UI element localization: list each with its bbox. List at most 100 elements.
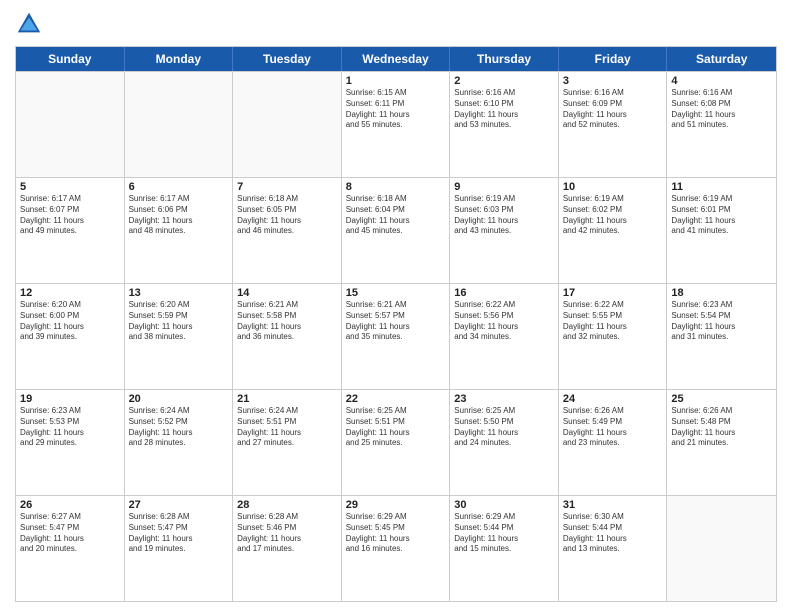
- calendar-day-21: 21Sunrise: 6:24 AM Sunset: 5:51 PM Dayli…: [233, 390, 342, 495]
- day-info: Sunrise: 6:19 AM Sunset: 6:01 PM Dayligh…: [671, 194, 772, 237]
- day-number: 10: [563, 181, 663, 193]
- day-number: 27: [129, 499, 229, 511]
- day-number: 24: [563, 393, 663, 405]
- calendar: SundayMondayTuesdayWednesdayThursdayFrid…: [15, 46, 777, 602]
- day-number: 6: [129, 181, 229, 193]
- day-number: 26: [20, 499, 120, 511]
- header-day-friday: Friday: [559, 47, 668, 71]
- day-number: 22: [346, 393, 446, 405]
- day-number: 3: [563, 75, 663, 87]
- day-info: Sunrise: 6:27 AM Sunset: 5:47 PM Dayligh…: [20, 512, 120, 555]
- day-number: 18: [671, 287, 772, 299]
- calendar-day-8: 8Sunrise: 6:18 AM Sunset: 6:04 PM Daylig…: [342, 178, 451, 283]
- day-info: Sunrise: 6:28 AM Sunset: 5:46 PM Dayligh…: [237, 512, 337, 555]
- calendar-day-26: 26Sunrise: 6:27 AM Sunset: 5:47 PM Dayli…: [16, 496, 125, 601]
- calendar-empty-cell: [125, 72, 234, 177]
- day-info: Sunrise: 6:17 AM Sunset: 6:07 PM Dayligh…: [20, 194, 120, 237]
- calendar-day-16: 16Sunrise: 6:22 AM Sunset: 5:56 PM Dayli…: [450, 284, 559, 389]
- day-number: 5: [20, 181, 120, 193]
- day-info: Sunrise: 6:17 AM Sunset: 6:06 PM Dayligh…: [129, 194, 229, 237]
- day-number: 7: [237, 181, 337, 193]
- calendar-day-11: 11Sunrise: 6:19 AM Sunset: 6:01 PM Dayli…: [667, 178, 776, 283]
- header-day-wednesday: Wednesday: [342, 47, 451, 71]
- calendar-day-24: 24Sunrise: 6:26 AM Sunset: 5:49 PM Dayli…: [559, 390, 668, 495]
- calendar-day-25: 25Sunrise: 6:26 AM Sunset: 5:48 PM Dayli…: [667, 390, 776, 495]
- calendar-day-6: 6Sunrise: 6:17 AM Sunset: 6:06 PM Daylig…: [125, 178, 234, 283]
- calendar-day-20: 20Sunrise: 6:24 AM Sunset: 5:52 PM Dayli…: [125, 390, 234, 495]
- day-number: 13: [129, 287, 229, 299]
- page: SundayMondayTuesdayWednesdayThursdayFrid…: [0, 0, 792, 612]
- day-info: Sunrise: 6:20 AM Sunset: 6:00 PM Dayligh…: [20, 300, 120, 343]
- day-info: Sunrise: 6:28 AM Sunset: 5:47 PM Dayligh…: [129, 512, 229, 555]
- day-info: Sunrise: 6:25 AM Sunset: 5:50 PM Dayligh…: [454, 406, 554, 449]
- day-info: Sunrise: 6:23 AM Sunset: 5:54 PM Dayligh…: [671, 300, 772, 343]
- header-day-tuesday: Tuesday: [233, 47, 342, 71]
- logo-icon: [15, 10, 43, 38]
- header-day-sunday: Sunday: [16, 47, 125, 71]
- day-number: 14: [237, 287, 337, 299]
- calendar-day-9: 9Sunrise: 6:19 AM Sunset: 6:03 PM Daylig…: [450, 178, 559, 283]
- header-day-thursday: Thursday: [450, 47, 559, 71]
- day-info: Sunrise: 6:21 AM Sunset: 5:58 PM Dayligh…: [237, 300, 337, 343]
- day-info: Sunrise: 6:19 AM Sunset: 6:03 PM Dayligh…: [454, 194, 554, 237]
- calendar-header: SundayMondayTuesdayWednesdayThursdayFrid…: [16, 47, 776, 71]
- calendar-day-18: 18Sunrise: 6:23 AM Sunset: 5:54 PM Dayli…: [667, 284, 776, 389]
- day-info: Sunrise: 6:24 AM Sunset: 5:52 PM Dayligh…: [129, 406, 229, 449]
- calendar-empty-cell: [233, 72, 342, 177]
- calendar-day-22: 22Sunrise: 6:25 AM Sunset: 5:51 PM Dayli…: [342, 390, 451, 495]
- day-number: 29: [346, 499, 446, 511]
- day-number: 17: [563, 287, 663, 299]
- calendar-day-1: 1Sunrise: 6:15 AM Sunset: 6:11 PM Daylig…: [342, 72, 451, 177]
- day-number: 21: [237, 393, 337, 405]
- day-info: Sunrise: 6:18 AM Sunset: 6:04 PM Dayligh…: [346, 194, 446, 237]
- day-number: 31: [563, 499, 663, 511]
- day-info: Sunrise: 6:16 AM Sunset: 6:08 PM Dayligh…: [671, 88, 772, 131]
- day-info: Sunrise: 6:29 AM Sunset: 5:45 PM Dayligh…: [346, 512, 446, 555]
- calendar-day-29: 29Sunrise: 6:29 AM Sunset: 5:45 PM Dayli…: [342, 496, 451, 601]
- calendar-week-0: 1Sunrise: 6:15 AM Sunset: 6:11 PM Daylig…: [16, 71, 776, 177]
- day-number: 2: [454, 75, 554, 87]
- day-info: Sunrise: 6:20 AM Sunset: 5:59 PM Dayligh…: [129, 300, 229, 343]
- header-day-saturday: Saturday: [667, 47, 776, 71]
- header: [15, 10, 777, 38]
- day-number: 11: [671, 181, 772, 193]
- day-info: Sunrise: 6:18 AM Sunset: 6:05 PM Dayligh…: [237, 194, 337, 237]
- calendar-day-31: 31Sunrise: 6:30 AM Sunset: 5:44 PM Dayli…: [559, 496, 668, 601]
- calendar-day-4: 4Sunrise: 6:16 AM Sunset: 6:08 PM Daylig…: [667, 72, 776, 177]
- calendar-week-4: 26Sunrise: 6:27 AM Sunset: 5:47 PM Dayli…: [16, 495, 776, 601]
- day-info: Sunrise: 6:15 AM Sunset: 6:11 PM Dayligh…: [346, 88, 446, 131]
- calendar-day-19: 19Sunrise: 6:23 AM Sunset: 5:53 PM Dayli…: [16, 390, 125, 495]
- day-info: Sunrise: 6:23 AM Sunset: 5:53 PM Dayligh…: [20, 406, 120, 449]
- day-number: 28: [237, 499, 337, 511]
- day-number: 19: [20, 393, 120, 405]
- day-info: Sunrise: 6:26 AM Sunset: 5:49 PM Dayligh…: [563, 406, 663, 449]
- header-day-monday: Monday: [125, 47, 234, 71]
- calendar-day-15: 15Sunrise: 6:21 AM Sunset: 5:57 PM Dayli…: [342, 284, 451, 389]
- day-info: Sunrise: 6:21 AM Sunset: 5:57 PM Dayligh…: [346, 300, 446, 343]
- day-info: Sunrise: 6:26 AM Sunset: 5:48 PM Dayligh…: [671, 406, 772, 449]
- day-info: Sunrise: 6:16 AM Sunset: 6:10 PM Dayligh…: [454, 88, 554, 131]
- day-number: 1: [346, 75, 446, 87]
- day-info: Sunrise: 6:25 AM Sunset: 5:51 PM Dayligh…: [346, 406, 446, 449]
- day-number: 12: [20, 287, 120, 299]
- calendar-body: 1Sunrise: 6:15 AM Sunset: 6:11 PM Daylig…: [16, 71, 776, 601]
- calendar-day-10: 10Sunrise: 6:19 AM Sunset: 6:02 PM Dayli…: [559, 178, 668, 283]
- day-number: 9: [454, 181, 554, 193]
- calendar-day-28: 28Sunrise: 6:28 AM Sunset: 5:46 PM Dayli…: [233, 496, 342, 601]
- day-info: Sunrise: 6:22 AM Sunset: 5:56 PM Dayligh…: [454, 300, 554, 343]
- day-info: Sunrise: 6:22 AM Sunset: 5:55 PM Dayligh…: [563, 300, 663, 343]
- day-info: Sunrise: 6:30 AM Sunset: 5:44 PM Dayligh…: [563, 512, 663, 555]
- calendar-day-5: 5Sunrise: 6:17 AM Sunset: 6:07 PM Daylig…: [16, 178, 125, 283]
- day-number: 4: [671, 75, 772, 87]
- calendar-day-17: 17Sunrise: 6:22 AM Sunset: 5:55 PM Dayli…: [559, 284, 668, 389]
- day-number: 25: [671, 393, 772, 405]
- day-number: 8: [346, 181, 446, 193]
- calendar-day-13: 13Sunrise: 6:20 AM Sunset: 5:59 PM Dayli…: [125, 284, 234, 389]
- calendar-day-12: 12Sunrise: 6:20 AM Sunset: 6:00 PM Dayli…: [16, 284, 125, 389]
- day-number: 30: [454, 499, 554, 511]
- calendar-empty-cell: [667, 496, 776, 601]
- calendar-day-27: 27Sunrise: 6:28 AM Sunset: 5:47 PM Dayli…: [125, 496, 234, 601]
- calendar-week-2: 12Sunrise: 6:20 AM Sunset: 6:00 PM Dayli…: [16, 283, 776, 389]
- day-info: Sunrise: 6:29 AM Sunset: 5:44 PM Dayligh…: [454, 512, 554, 555]
- calendar-day-2: 2Sunrise: 6:16 AM Sunset: 6:10 PM Daylig…: [450, 72, 559, 177]
